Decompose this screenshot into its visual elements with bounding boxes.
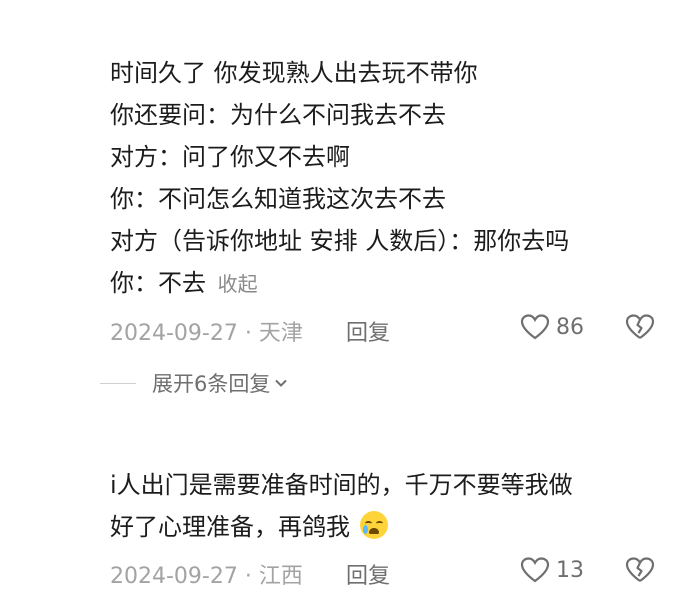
dislike-button[interactable] (625, 313, 655, 347)
comment-meta: 2024-09-27 · 天津 回复 86 (110, 313, 660, 346)
reply-button[interactable]: 回复 (346, 315, 390, 347)
comment-line: 时间久了 你发现熟人出去玩不带你 (110, 59, 478, 87)
comment-body: 时间久了 你发现熟人出去玩不带你 你还要问：为什么不问我去不去 对方：问了你又不… (110, 52, 670, 305)
expand-replies-label: 展开6条回复 (152, 372, 271, 396)
divider (100, 382, 136, 384)
like-count: 13 (556, 557, 584, 583)
reply-button[interactable]: 回复 (346, 558, 390, 590)
comment-line-text: 好了心理准备，再鸽我 (110, 513, 350, 541)
comment-date-location: 2024-09-27 · 江西 (110, 564, 303, 589)
dislike-button[interactable] (625, 556, 655, 590)
expand-replies-button[interactable]: 展开6条回复 (100, 368, 288, 398)
like-button[interactable]: 86 (520, 313, 584, 341)
comment-meta: 2024-09-27 · 江西 回复 13 (110, 556, 660, 589)
comment-line-last: 好了心理准备，再鸽我 (110, 506, 670, 548)
heart-icon (520, 557, 550, 583)
broken-heart-icon (625, 557, 655, 582)
comment-line: 你还要问：为什么不问我去不去 (110, 101, 446, 129)
comment-date-location: 2024-09-27 · 天津 (110, 321, 303, 346)
comment-line: 对方（告诉你地址 安排 人数后）：那你去吗 (110, 227, 570, 255)
like-count: 86 (556, 314, 584, 340)
comment-line: i人出门是需要准备时间的，千万不要等我做 (110, 471, 573, 499)
comment-line: 你：不问怎么知道我这次去不去 (110, 185, 446, 213)
collapse-link[interactable]: 收起 (218, 272, 258, 296)
crying-face-emoji (359, 511, 388, 539)
chevron-down-icon (275, 379, 288, 387)
comment-line: 对方：问了你又不去啊 (110, 143, 350, 171)
comment-line-last: 你：不去 收起 (110, 262, 670, 305)
broken-heart-icon (625, 314, 655, 339)
like-button[interactable]: 13 (520, 556, 584, 584)
comment-body: i人出门是需要准备时间的，千万不要等我做 好了心理准备，再鸽我 (110, 464, 670, 548)
comment-line-text: 你：不去 (110, 269, 206, 297)
heart-icon (520, 314, 550, 340)
